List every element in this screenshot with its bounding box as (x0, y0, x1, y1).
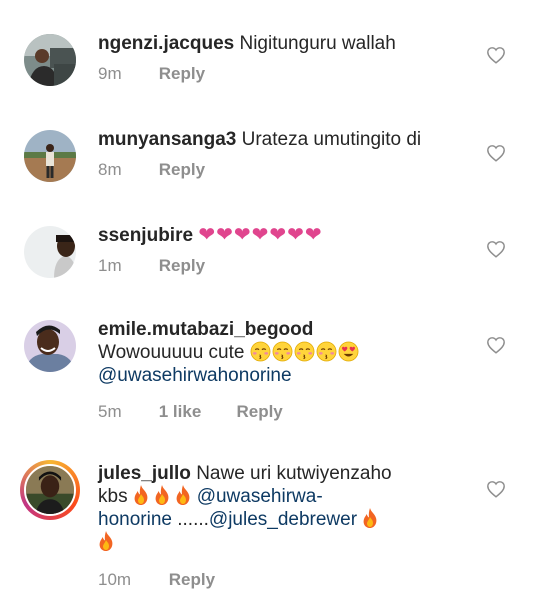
fire-emoji (154, 485, 170, 505)
kissing-face-emoji (316, 341, 337, 362)
fire-emoji (133, 485, 149, 505)
comment-text: kbs (98, 486, 128, 507)
mention-link[interactable]: honorine (98, 509, 172, 530)
comment-text: Wowouuuuu cute (98, 342, 245, 363)
avatar[interactable] (24, 226, 76, 278)
comment-body: ssenjubire ❤❤❤❤❤❤❤ (98, 224, 480, 247)
likes-count[interactable]: 1 like (159, 402, 232, 422)
mention-link[interactable]: @uwasehirwa- (197, 486, 323, 507)
kissing-face-emoji (272, 341, 293, 362)
reply-button[interactable]: Reply (159, 64, 205, 84)
avatar-photo (26, 466, 74, 514)
avatar-photo (24, 130, 76, 182)
heart-outline-icon[interactable] (486, 336, 506, 354)
comment-age: 9m (98, 64, 122, 83)
comment-body: munyansanga3 Urateza umutingito di (98, 128, 480, 151)
comment-item: munyansanga3 Urateza umutingito di 8m Re… (0, 100, 540, 196)
fire-emoji (98, 531, 114, 551)
comment-text: Nawe uri kutwiyenzaho (196, 463, 392, 484)
fire-emoji (175, 485, 191, 505)
avatar[interactable] (24, 34, 76, 86)
comment-username[interactable]: emile.mutabazi_begood (98, 319, 313, 340)
reply-button[interactable]: Reply (159, 160, 205, 180)
comment-meta: 1m Reply (98, 256, 205, 276)
comment-text: Urateza umutingito di (241, 129, 422, 150)
heart-outline-icon[interactable] (486, 240, 506, 258)
avatar[interactable] (24, 130, 76, 182)
comment-meta: 5m 1 like Reply (98, 402, 283, 422)
comment-age: 8m (98, 160, 122, 179)
avatar-photo (24, 34, 76, 86)
avatar[interactable] (24, 320, 76, 372)
emoji-row (250, 342, 360, 363)
comment-item: jules_jullo Nawe uri kutwiyenzaho kbs @u… (0, 434, 540, 600)
comment-body: jules_jullo Nawe uri kutwiyenzaho kbs @u… (98, 462, 480, 554)
comment-item: ssenjubire ❤❤❤❤❤❤❤ 1m Reply (0, 196, 540, 292)
heart-outline-icon[interactable] (486, 144, 506, 162)
heart-eyes-emoji (338, 341, 359, 362)
heart-outline-icon[interactable] (486, 46, 506, 64)
comment-username[interactable]: ssenjubire (98, 225, 193, 246)
comment-text: ...... (171, 509, 209, 530)
avatar-story-ring[interactable] (20, 460, 80, 520)
comment-username[interactable]: jules_jullo (98, 463, 191, 484)
kissing-face-emoji (250, 341, 271, 362)
reply-button[interactable]: Reply (236, 402, 282, 422)
comment-meta: 9m Reply (98, 64, 205, 84)
hearts-emoji: ❤❤❤❤❤❤❤ (198, 224, 323, 246)
comment-text: Nigitunguru wallah (239, 33, 396, 54)
comment-meta: 8m Reply (98, 160, 205, 180)
comment-item: ngenzi.jacques Nigitunguru wallah 9m Rep… (0, 0, 540, 100)
comment-body: emile.mutabazi_begood Wowouuuuu cute @uw… (98, 318, 480, 387)
mention-link[interactable]: @jules_debrewer (209, 509, 357, 530)
comment-body: ngenzi.jacques Nigitunguru wallah (98, 32, 480, 55)
avatar-photo (24, 226, 76, 278)
fire-emoji (362, 508, 378, 528)
avatar-photo (24, 320, 76, 372)
kissing-face-emoji (294, 341, 315, 362)
comment-age: 1m (98, 256, 122, 275)
heart-outline-icon[interactable] (486, 480, 506, 498)
mention-link[interactable]: @uwasehirwahonorine (98, 365, 292, 386)
comment-age: 10m (98, 570, 132, 589)
reply-button[interactable]: Reply (159, 256, 205, 276)
reply-button[interactable]: Reply (169, 570, 215, 590)
comment-item: emile.mutabazi_begood Wowouuuuu cute @uw… (0, 292, 540, 434)
comment-age: 5m (98, 402, 122, 421)
comment-username[interactable]: ngenzi.jacques (98, 33, 234, 54)
comment-meta: 10m Reply (98, 570, 215, 590)
comment-username[interactable]: munyansanga3 (98, 129, 236, 150)
